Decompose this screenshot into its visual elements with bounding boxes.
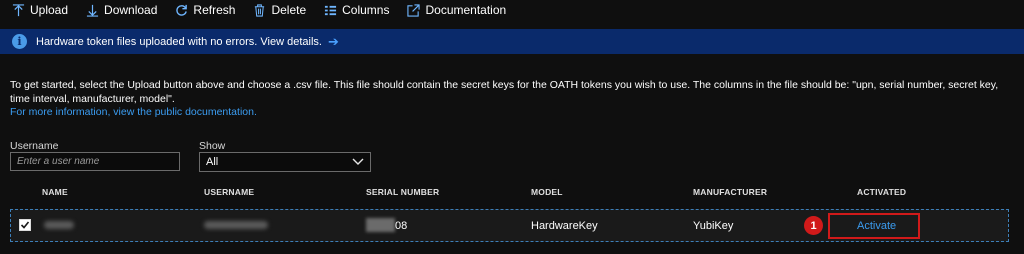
toolbar: Upload Download Refresh Delete Columns D… xyxy=(0,0,1024,20)
trash-icon xyxy=(253,3,266,17)
columns-label: Columns xyxy=(342,3,390,17)
show-label: Show xyxy=(199,140,226,152)
show-dropdown[interactable]: All xyxy=(199,152,371,172)
notification-banner[interactable]: i Hardware token files uploaded with no … xyxy=(0,29,1024,54)
refresh-icon xyxy=(175,4,188,17)
delete-button[interactable]: Delete xyxy=(253,3,306,17)
redacted-serial xyxy=(366,218,395,232)
delete-label: Delete xyxy=(271,3,307,17)
download-button[interactable]: Download xyxy=(86,3,157,17)
show-selected-value: All xyxy=(206,156,219,168)
columns-button[interactable]: Columns xyxy=(324,3,389,17)
refresh-label: Refresh xyxy=(193,3,236,17)
documentation-link[interactable]: For more information, view the public do… xyxy=(10,106,257,118)
column-header-serial-number[interactable]: SERIAL NUMBER xyxy=(366,187,439,197)
external-link-icon xyxy=(407,3,421,17)
arrow-right-icon[interactable]: ➔ xyxy=(328,34,339,50)
download-icon xyxy=(86,4,99,17)
banner-message: Hardware token files uploaded with no er… xyxy=(36,35,322,48)
row-checkbox[interactable] xyxy=(19,219,31,231)
refresh-button[interactable]: Refresh xyxy=(175,3,235,17)
upload-icon xyxy=(12,3,25,17)
redacted-username xyxy=(204,221,268,229)
columns-icon xyxy=(324,4,337,17)
checkmark-icon xyxy=(20,221,30,229)
column-header-username[interactable]: USERNAME xyxy=(204,187,254,197)
info-icon: i xyxy=(12,34,27,49)
upload-button[interactable]: Upload xyxy=(12,3,68,17)
username-label: Username xyxy=(10,140,59,152)
column-header-manufacturer[interactable]: MANUFACTURER xyxy=(693,187,767,197)
documentation-label: Documentation xyxy=(425,3,507,17)
manufacturer-cell: YubiKey xyxy=(693,220,734,232)
upload-label: Upload xyxy=(30,3,69,17)
chevron-down-icon xyxy=(352,158,364,166)
documentation-button[interactable]: Documentation xyxy=(407,3,506,17)
step-callout-badge: 1 xyxy=(804,216,823,235)
model-cell: HardwareKey xyxy=(531,220,598,232)
username-search-input[interactable] xyxy=(10,152,180,171)
column-header-name[interactable]: NAME xyxy=(42,187,68,197)
redacted-name xyxy=(44,221,74,229)
serial-number-cell: 08 xyxy=(395,220,408,232)
instructions-text: To get started, select the Upload button… xyxy=(10,79,999,105)
column-header-activated[interactable]: ACTIVATED xyxy=(857,187,906,197)
activate-link[interactable]: Activate xyxy=(857,220,896,232)
column-header-model[interactable]: MODEL xyxy=(531,187,563,197)
download-label: Download xyxy=(104,3,158,17)
